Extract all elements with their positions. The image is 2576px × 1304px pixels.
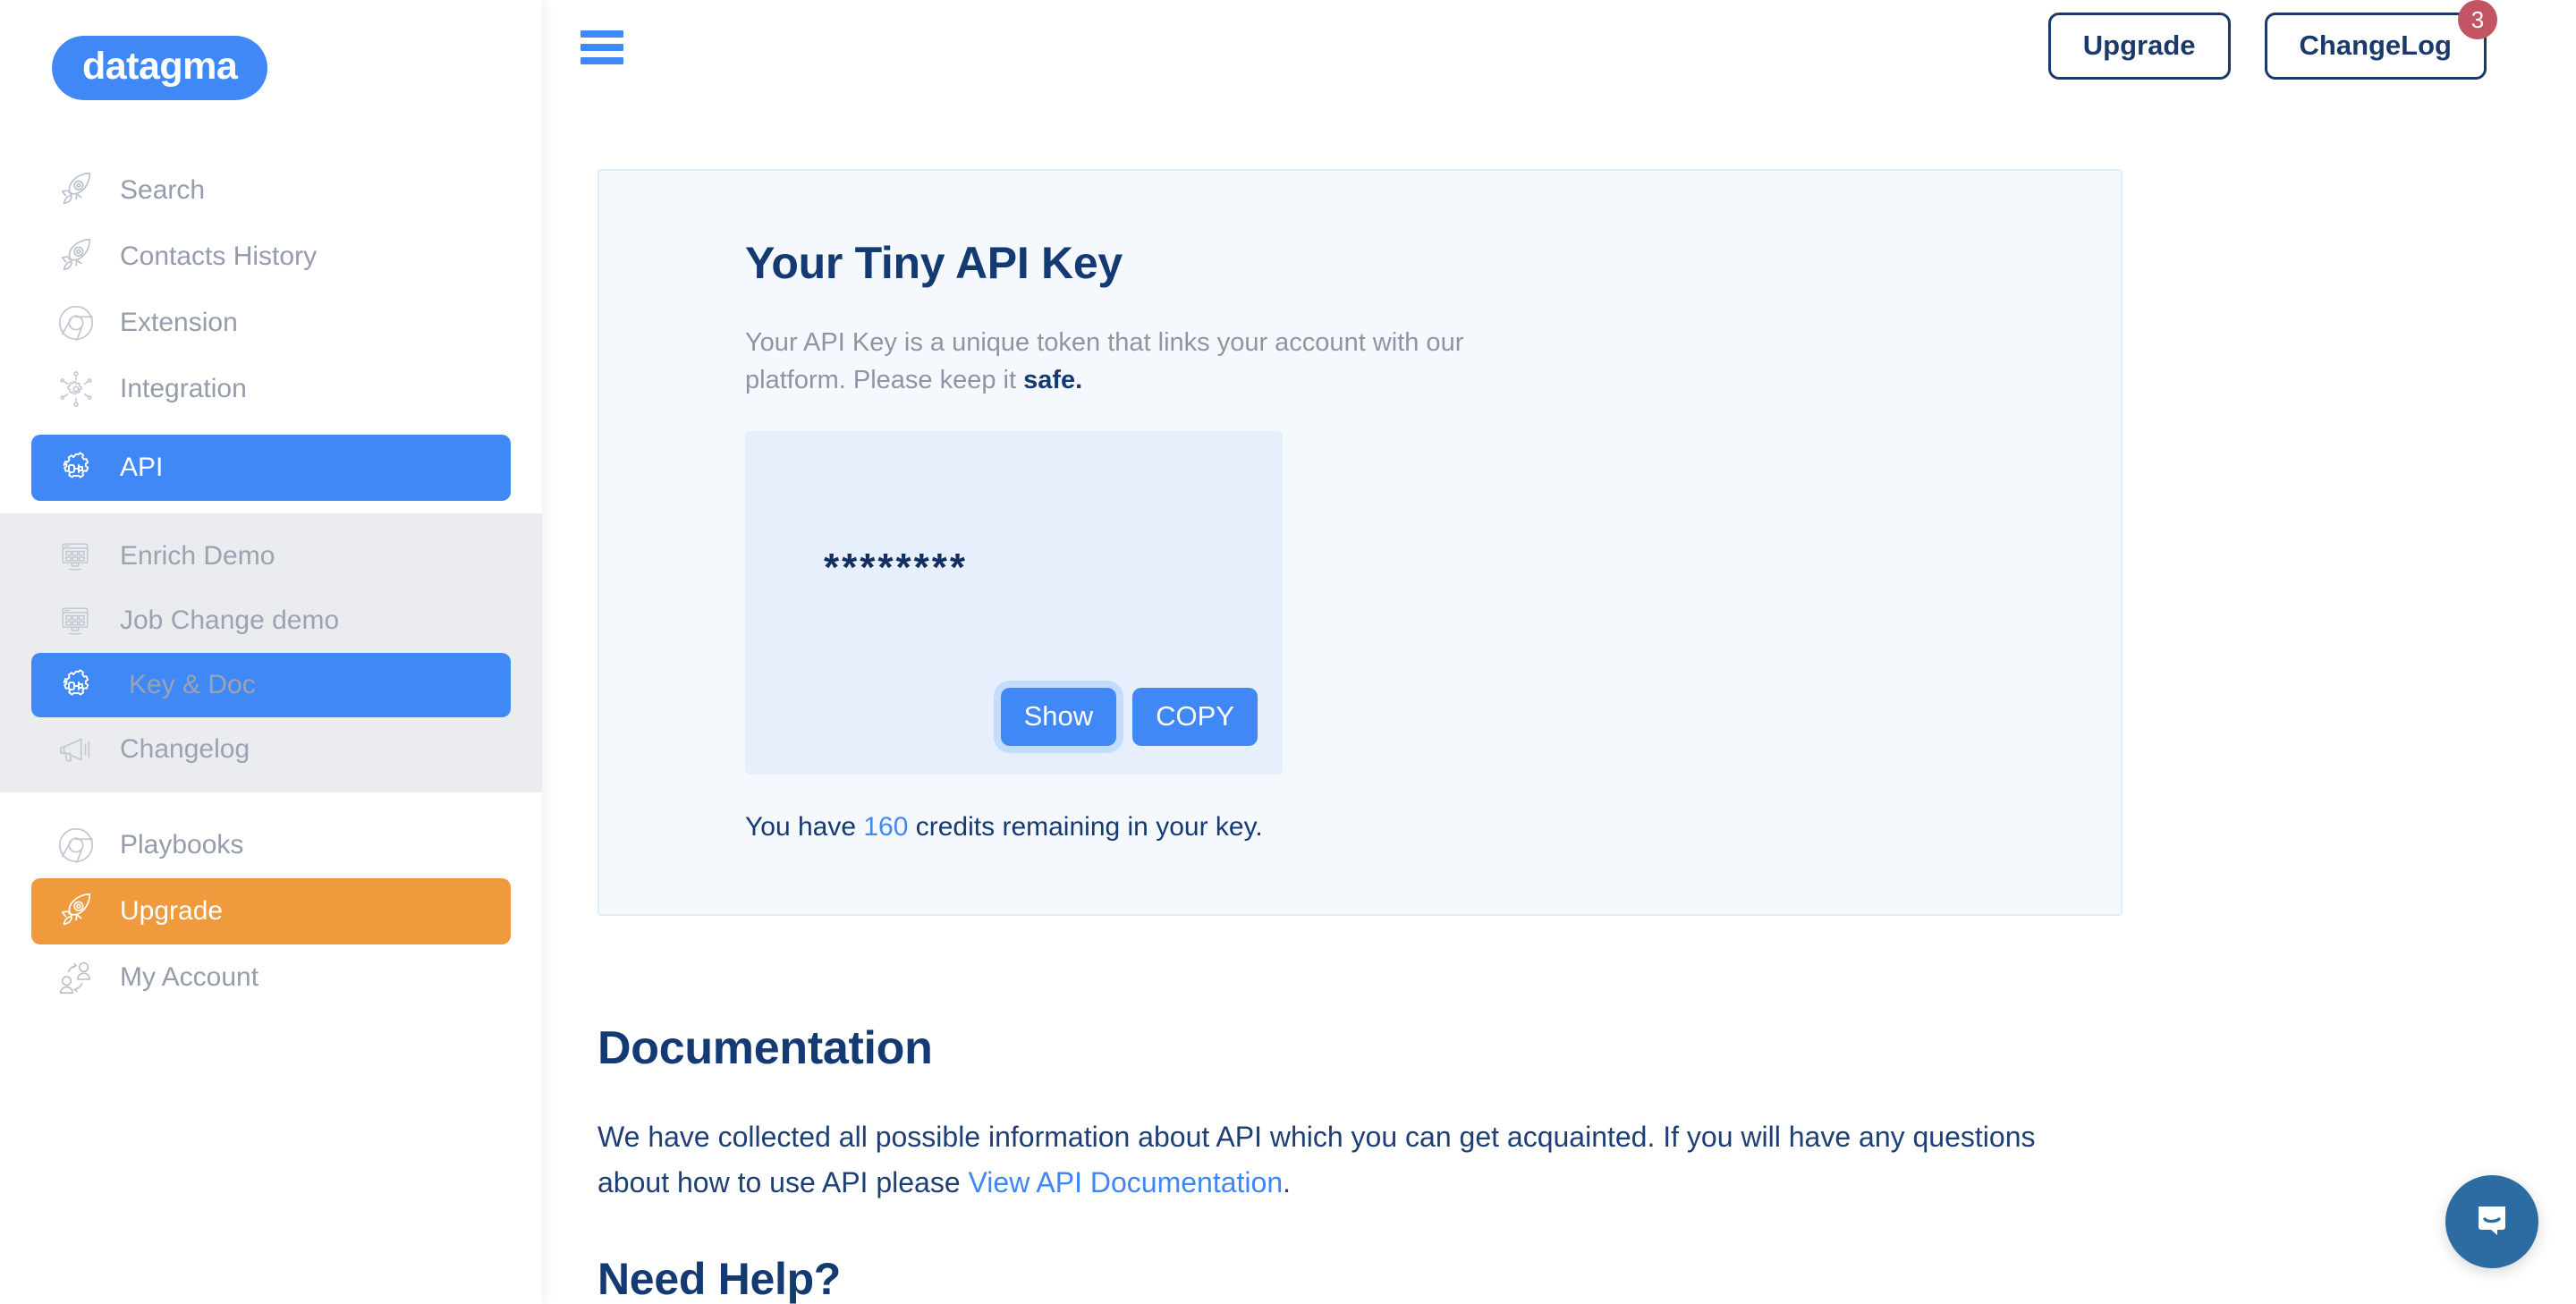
sidebar-item-key-and-doc[interactable]: Key & Doc (31, 653, 511, 717)
logo-container: datagma (0, 0, 542, 100)
api-key-box: ******** Show COPY (745, 431, 1283, 775)
sidebar-item-search[interactable]: Search (31, 157, 511, 224)
rocket-icon (55, 170, 104, 211)
upgrade-button[interactable]: Upgrade (2047, 13, 2231, 80)
megaphone-icon (55, 729, 104, 770)
description-lead: Your API Key is a unique token that link… (745, 328, 1464, 395)
sidebar-item-label: Job Change demo (120, 605, 340, 635)
rocket-icon (55, 236, 104, 277)
copy-key-button[interactable]: COPY (1132, 688, 1258, 747)
doc-text-before-link: We have collected all possible informati… (597, 1121, 2036, 1198)
chrome-icon (55, 302, 104, 343)
api-key-description: Your API Key is a unique token that link… (745, 324, 1532, 399)
sidebar: datagma Search Contacts History Extensio… (0, 0, 542, 1304)
hamburger-bar (580, 43, 623, 51)
chrome-icon (55, 825, 104, 866)
sidebar-item-api[interactable]: API (31, 435, 511, 501)
sidebar-item-label: Search (120, 175, 206, 205)
show-key-button[interactable]: Show (1000, 688, 1117, 747)
main-content: Upgrade ChangeLog 3 Your Tiny API Key Yo… (542, 0, 2576, 1304)
sidebar-item-enrich-demo[interactable]: Enrich Demo (31, 524, 511, 588)
need-help-title: Need Help? (597, 1254, 842, 1304)
rocket-icon (55, 891, 104, 932)
gear-plug-icon (55, 664, 104, 707)
sidebar-nav: Search Contacts History Extension Integr… (0, 157, 542, 1011)
sidebar-item-label: API (120, 453, 164, 482)
changelog-button-wrapper: ChangeLog 3 (2264, 0, 2497, 80)
credits-value: 160 (863, 812, 909, 843)
monitor-grid-icon (55, 537, 104, 576)
sidebar-item-my-account[interactable]: My Account (31, 944, 511, 1011)
intercom-chat-icon (2469, 1197, 2515, 1248)
app-root: datagma Search Contacts History Extensio… (0, 0, 2576, 1304)
hamburger-bar (580, 56, 623, 64)
sidebar-item-playbooks[interactable]: Playbooks (31, 812, 511, 878)
hamburger-icon[interactable] (580, 30, 623, 64)
documentation-body: We have collected all possible informati… (597, 1114, 2082, 1205)
people-exchange-icon (55, 957, 104, 998)
sidebar-item-changelog[interactable]: Changelog (31, 717, 511, 782)
sidebar-item-label: My Account (120, 962, 259, 992)
api-key-actions: Show COPY (1000, 688, 1258, 747)
credits-prefix: You have (745, 812, 864, 843)
sidebar-item-label: Changelog (120, 734, 250, 764)
credits-remaining-text: You have 160 credits remaining in your k… (745, 812, 2121, 843)
sidebar-item-job-change-demo[interactable]: Job Change demo (31, 588, 511, 653)
topbar: Upgrade ChangeLog 3 (542, 0, 2576, 94)
gear-plug-icon (55, 446, 104, 489)
page-title: Your Tiny API Key (745, 238, 1123, 288)
sidebar-item-upgrade[interactable]: Upgrade (31, 878, 511, 944)
sidebar-item-label: Enrich Demo (120, 541, 275, 571)
credits-suffix: credits remaining in your key. (908, 812, 1263, 843)
monitor-grid-icon (55, 601, 104, 640)
gear-network-icon (55, 368, 104, 410)
view-api-documentation-link[interactable]: View API Documentation (969, 1166, 1284, 1198)
masked-api-key: ******** (824, 546, 968, 590)
api-key-card: Your Tiny API Key Your API Key is a uniq… (597, 169, 2123, 917)
description-strong: safe. (1023, 366, 1083, 395)
sidebar-item-label: Upgrade (120, 896, 224, 926)
changelog-badge: 3 (2458, 0, 2497, 39)
hamburger-bar (580, 30, 623, 38)
datagma-logo[interactable]: datagma (52, 36, 268, 100)
sidebar-item-extension[interactable]: Extension (31, 290, 511, 356)
changelog-button[interactable]: ChangeLog (2264, 13, 2487, 80)
sidebar-item-label: Playbooks (120, 830, 244, 859)
sidebar-item-label: Integration (120, 374, 247, 403)
content-area: Your Tiny API Key Your API Key is a uniq… (542, 169, 2576, 1304)
sidebar-item-contacts-history[interactable]: Contacts History (31, 224, 511, 290)
doc-text-after-link: . (1283, 1165, 1292, 1198)
topbar-actions: Upgrade ChangeLog 3 (2047, 0, 2497, 80)
documentation-title: Documentation (597, 1022, 933, 1075)
sidebar-item-label: Contacts History (120, 241, 318, 271)
sidebar-item-label: Key & Doc (129, 670, 256, 699)
intercom-chat-launcher[interactable] (2445, 1175, 2538, 1268)
sidebar-subgroup-api: Enrich Demo Job Change demo Key & Doc Ch… (0, 513, 542, 792)
documentation-section: Documentation We have collected all poss… (597, 1021, 2163, 1304)
sidebar-item-label: Extension (120, 308, 238, 337)
sidebar-item-integration[interactable]: Integration (31, 356, 511, 422)
